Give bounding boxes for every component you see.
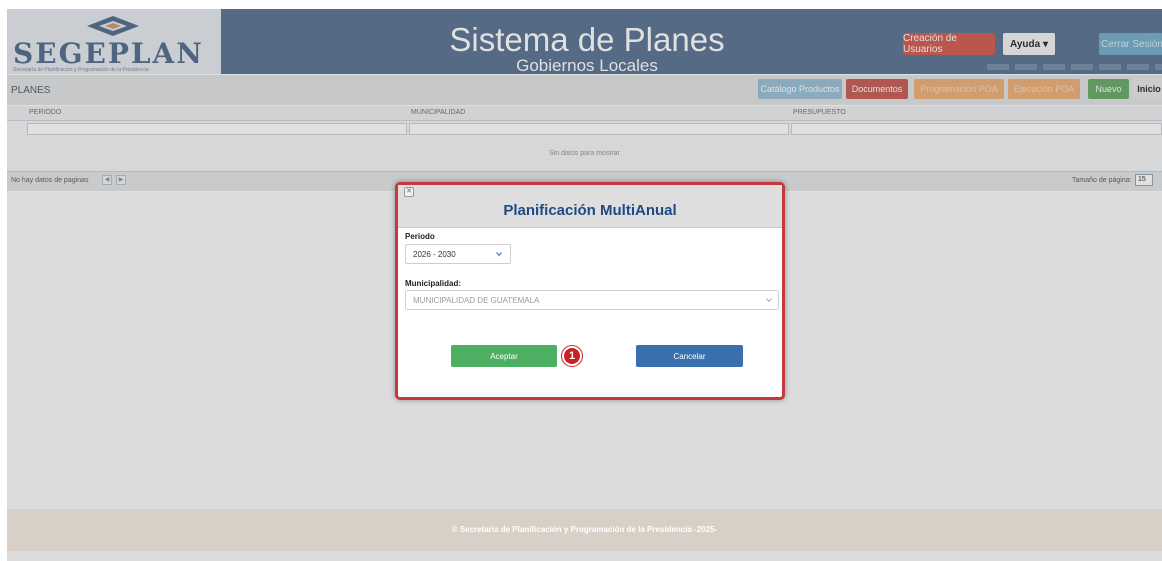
chevron-down-icon [496,252,502,257]
dialog-title: Planificación MultiAnual [503,202,677,219]
bottom-strip [7,551,1162,561]
close-icon[interactable]: ✕ [404,187,414,197]
periodo-label: Periodo [405,232,435,241]
municipalidad-select[interactable]: MUNICIPALIDAD DE GUATEMALA [405,290,779,310]
app-frame: SEGEPLAN Secretaría de Planificación y P… [7,9,1162,561]
chevron-down-icon [766,298,772,303]
footer-text: © Secretaría de Planificación y Programa… [451,525,718,534]
aceptar-button[interactable]: Aceptar [451,345,557,367]
planificacion-dialog: ✕ Planificación MultiAnual Periodo 2026 … [395,182,785,400]
dialog-header: ✕ Planificación MultiAnual [398,185,782,228]
modal-overlay [7,9,1162,192]
cancelar-button[interactable]: Cancelar [636,345,743,367]
municipalidad-label: Municipalidad: [405,279,461,288]
step-marker-badge: 1 [562,346,582,366]
